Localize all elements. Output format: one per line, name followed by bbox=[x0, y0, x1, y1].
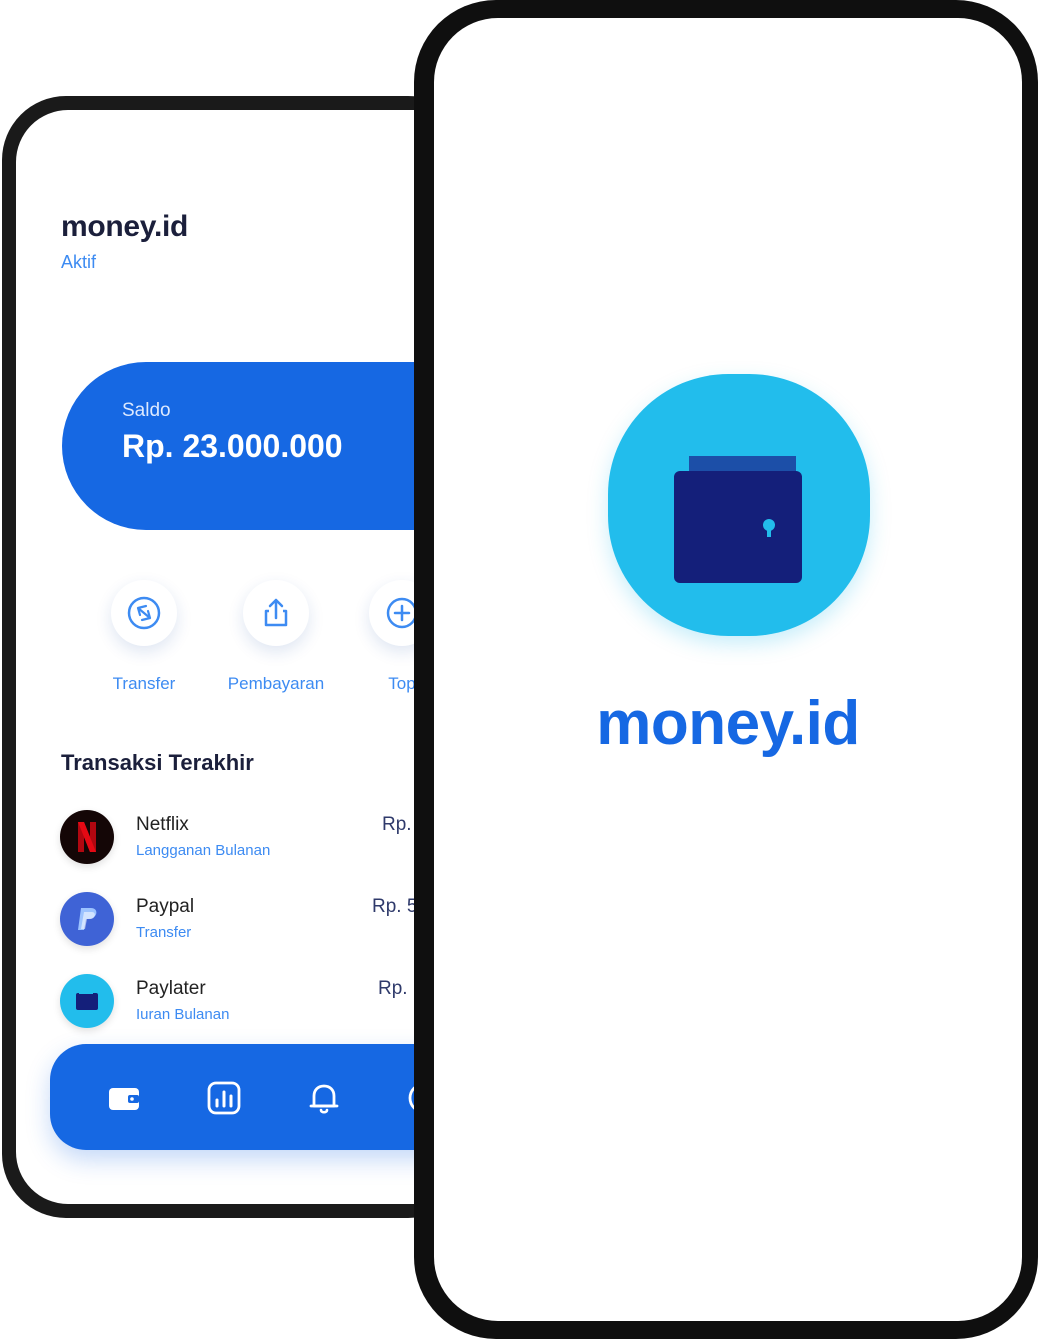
transaction-row[interactable]: Netflix Langganan Bulanan Rp. 1 bbox=[60, 810, 472, 870]
transaction-subtitle: Langganan Bulanan bbox=[136, 842, 271, 859]
action-pembayaran[interactable]: Pembayaran bbox=[206, 580, 346, 694]
transaction-name: Paylater bbox=[136, 978, 206, 999]
balance-card[interactable]: Saldo Rp. 23.000.000 bbox=[62, 362, 472, 530]
transaction-row[interactable]: Paypal Transfer Rp. 5 bbox=[60, 892, 472, 952]
app-logo bbox=[608, 374, 870, 636]
brand-title: money.id bbox=[61, 210, 189, 243]
home-phone-frame: money.id Aktif Saldo Rp. 23.000.000 Tran… bbox=[2, 96, 472, 1218]
transaction-row[interactable]: Paylater Iuran Bulanan Rp. 1 bbox=[60, 974, 472, 1034]
balance-amount: Rp. 23.000.000 bbox=[122, 428, 343, 464]
splash-phone-frame: money.id bbox=[414, 0, 1038, 1339]
nav-bell-icon[interactable] bbox=[304, 1078, 344, 1118]
transfer-icon bbox=[127, 596, 161, 630]
transaction-name: Netflix bbox=[136, 814, 189, 835]
account-status: Aktif bbox=[61, 252, 97, 272]
bottom-nav bbox=[50, 1044, 472, 1150]
action-label-pembayaran: Pembayaran bbox=[227, 674, 325, 693]
netflix-logo-icon bbox=[60, 810, 114, 864]
nav-wallet-icon[interactable] bbox=[104, 1078, 144, 1118]
transaction-subtitle: Transfer bbox=[136, 924, 192, 941]
action-transfer[interactable]: Transfer bbox=[74, 580, 214, 694]
recent-transactions-title: Transaksi Terakhir bbox=[61, 750, 254, 775]
wallet-icon bbox=[60, 974, 114, 1028]
wallet-icon bbox=[674, 456, 802, 583]
transaction-name: Paypal bbox=[136, 896, 195, 917]
splash-screen: money.id bbox=[434, 18, 1022, 1321]
balance-label: Saldo bbox=[122, 400, 171, 421]
action-label-transfer: Transfer bbox=[112, 674, 176, 693]
transaction-subtitle: Iuran Bulanan bbox=[136, 1006, 230, 1023]
pembayaran-button[interactable] bbox=[243, 580, 309, 646]
transfer-button[interactable] bbox=[111, 580, 177, 646]
share-upload-icon bbox=[264, 598, 288, 627]
home-screen: money.id Aktif Saldo Rp. 23.000.000 Tran… bbox=[16, 110, 472, 1204]
transaction-amount: Rp. 5 bbox=[372, 896, 418, 917]
paypal-logo-icon bbox=[60, 892, 114, 946]
splash-brand-title: money.id bbox=[596, 689, 860, 758]
nav-chart-icon[interactable] bbox=[204, 1078, 244, 1118]
